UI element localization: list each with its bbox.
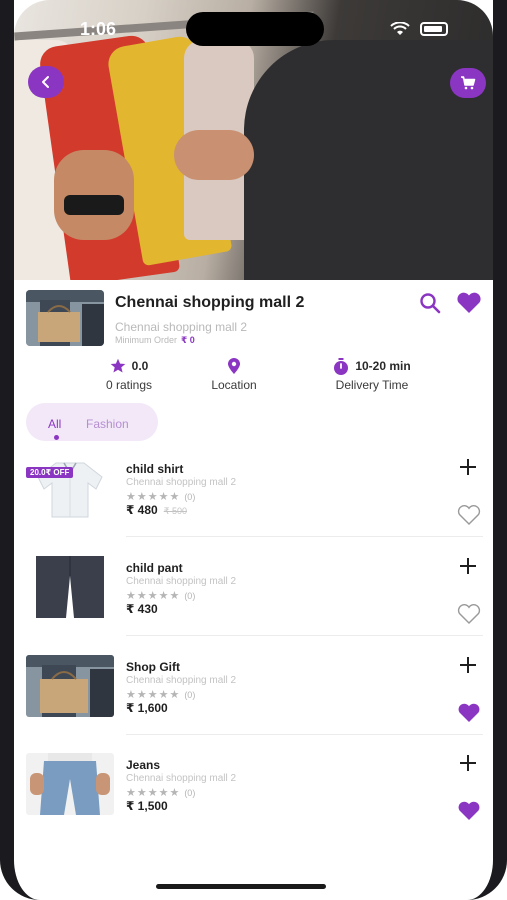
product-store: Chennai shopping mall 2: [126, 675, 237, 686]
star-icon: [110, 358, 125, 373]
rating-value: 0.0: [131, 359, 149, 373]
add-to-cart-plus-icon[interactable]: [458, 556, 478, 576]
rating-label: 0 ratings: [105, 378, 153, 392]
wifi-icon: [390, 22, 410, 35]
discount-badge: 20.0₹ OFF: [26, 467, 74, 478]
product-rating: ★★★★★ (0): [126, 589, 195, 602]
heart-outline-icon[interactable]: [457, 604, 481, 624]
app-screen: 1:06 Chennai shopping mall 2 Chennai sho…: [14, 0, 493, 900]
product-store: Chennai shopping mall 2: [126, 773, 237, 784]
product-image-child-shirt: 20.0₹ OFF: [26, 457, 114, 519]
delivery-stat: 10-20 min Delivery Time: [314, 356, 430, 392]
product-name: Jeans: [126, 758, 161, 772]
minimum-order: Minimum Order ₹ 0: [115, 335, 195, 346]
cart-icon: [461, 76, 476, 90]
home-indicator[interactable]: [156, 884, 326, 889]
product-rating: ★★★★★ (0): [126, 786, 195, 799]
star-rating-icons: ★★★★★: [126, 590, 181, 602]
star-rating-icons: ★★★★★: [126, 689, 181, 701]
divider: [126, 635, 483, 636]
product-rating: ★★★★★ (0): [126, 490, 195, 503]
product-price: ₹ 1,500: [126, 799, 168, 813]
location-pin-icon: [228, 357, 240, 374]
add-to-cart-plus-icon[interactable]: [458, 753, 478, 773]
tab-fashion-label: Fashion: [86, 417, 129, 431]
chevron-left-icon: [42, 76, 49, 88]
heart-filled-icon[interactable]: [457, 703, 481, 723]
tab-all-label: All: [48, 417, 62, 431]
divider: [126, 536, 483, 537]
cart-button[interactable]: [450, 68, 486, 98]
star-rating-icons: ★★★★★: [126, 787, 181, 799]
product-price: ₹ 430: [126, 602, 158, 616]
store-title: Chennai shopping mall 2: [115, 294, 305, 311]
min-order-label: Minimum Order: [115, 335, 178, 345]
product-name: child shirt: [126, 462, 184, 476]
product-item[interactable]: Jeans Chennai shopping mall 2 ★★★★★ (0) ₹…: [14, 753, 493, 851]
product-item[interactable]: Shop Gift Chennai shopping mall 2 ★★★★★(…: [14, 655, 493, 753]
product-store: Chennai shopping mall 2: [126, 576, 237, 587]
product-image-child-pant: [26, 556, 114, 618]
dynamic-island: [186, 12, 324, 46]
add-to-cart-plus-icon[interactable]: [458, 457, 478, 477]
current-price: ₹ 480: [126, 503, 158, 517]
delivery-label: Delivery Time: [335, 378, 409, 392]
original-price: ₹ 500: [163, 506, 187, 516]
heart-filled-icon[interactable]: [457, 801, 481, 821]
location-label: Location: [211, 378, 257, 392]
tab-all[interactable]: All: [48, 417, 62, 440]
delivery-value: 10-20 min: [355, 359, 411, 373]
current-price: ₹ 430: [126, 602, 158, 616]
store-header: Chennai shopping mall 2 Chennai shopping…: [14, 286, 493, 350]
star-rating-icons: ★★★★★: [126, 491, 181, 503]
active-tab-indicator: [54, 435, 59, 440]
timer-icon: [334, 357, 349, 375]
divider: [126, 734, 483, 735]
search-icon[interactable]: [419, 292, 441, 314]
rating-count: (0): [184, 492, 196, 502]
store-thumbnail: [26, 290, 104, 346]
store-stats: 0.0 0 ratings Location 10-20 min Deliver…: [14, 356, 493, 396]
product-name: Shop Gift: [126, 660, 180, 674]
battery-icon: [420, 22, 448, 36]
product-price: ₹ 1,600: [126, 701, 168, 715]
store-subtitle: Chennai shopping mall 2: [115, 320, 248, 334]
favorite-store-heart-icon[interactable]: [456, 292, 482, 314]
rating-count: (0): [184, 690, 196, 700]
current-price: ₹ 1,600: [126, 701, 168, 715]
category-tabs: All Fashion: [26, 403, 158, 441]
status-time: 1:06: [80, 19, 117, 39]
product-store: Chennai shopping mall 2: [126, 477, 237, 488]
add-to-cart-plus-icon[interactable]: [458, 655, 478, 675]
current-price: ₹ 1,500: [126, 799, 168, 813]
rating-count: (0): [184, 591, 196, 601]
product-image-jeans: [26, 753, 114, 815]
location-stat[interactable]: Location: [194, 356, 274, 392]
rating-stat: 0.0 0 ratings: [84, 356, 174, 392]
product-item[interactable]: 20.0₹ OFF child shirt Chennai shopping m…: [14, 457, 493, 555]
product-name: child pant: [126, 561, 183, 575]
product-rating: ★★★★★ (0): [126, 688, 195, 701]
product-image-shop-gift: [26, 655, 114, 717]
heart-outline-icon[interactable]: [457, 505, 481, 525]
product-price: ₹ 480 ₹ 500: [126, 503, 187, 517]
rating-count: (0): [184, 788, 196, 798]
back-button[interactable]: [28, 66, 64, 98]
min-order-value: ₹ 0: [181, 335, 195, 345]
product-item[interactable]: child pant Chennai shopping mall 2 ★★★★★…: [14, 556, 493, 654]
status-bar: 1:06: [14, 0, 493, 50]
tab-fashion[interactable]: Fashion: [86, 417, 129, 431]
